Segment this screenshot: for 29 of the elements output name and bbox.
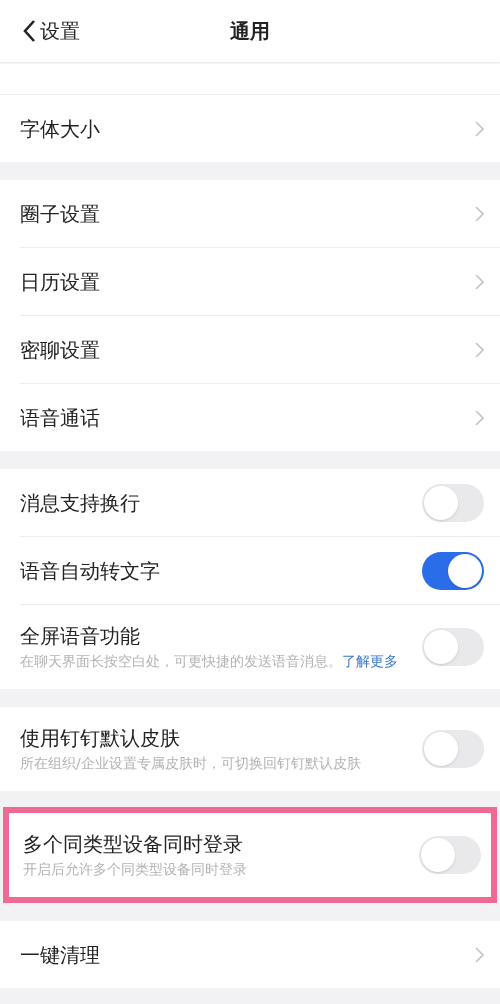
setting-label: 使用钉钉默认皮肤 bbox=[20, 725, 181, 752]
learn-more-link[interactable]: 了解更多 bbox=[342, 653, 398, 669]
toggle-switch[interactable] bbox=[419, 836, 481, 874]
setting-label: 语音自动转文字 bbox=[20, 557, 161, 585]
setting-label: 密聊设置 bbox=[20, 336, 101, 364]
toggle-switch[interactable] bbox=[422, 551, 484, 590]
setting-label: 消息支持换行 bbox=[20, 489, 141, 517]
setting-description: 开启后允许多个同类型设备同时登录 bbox=[23, 860, 248, 879]
setting-label: 日历设置 bbox=[20, 268, 101, 296]
page-title: 通用 bbox=[230, 18, 270, 45]
chevron-right-icon bbox=[475, 341, 484, 358]
chevron-right-icon bbox=[475, 205, 484, 222]
setting-label: 一键清理 bbox=[20, 941, 101, 969]
back-chevron-icon bbox=[22, 19, 36, 43]
setting-label: 语音通话 bbox=[20, 404, 101, 432]
chevron-right-icon bbox=[475, 273, 484, 290]
toggle-switch[interactable] bbox=[422, 483, 484, 522]
toggle-switch[interactable] bbox=[422, 730, 484, 768]
setting-label: 多个同类型设备同时登录 bbox=[23, 831, 244, 858]
setting-label: 字体大小 bbox=[20, 115, 101, 143]
setting-label: 全屏语音功能 bbox=[20, 623, 141, 650]
chevron-right-icon bbox=[475, 946, 484, 963]
back-button[interactable]: 设置 bbox=[0, 16, 80, 46]
setting-label: 圈子设置 bbox=[20, 200, 101, 228]
setting-description: 在聊天界面长按空白处，可更快捷的发送语音消息。了解更多 bbox=[20, 652, 399, 671]
chevron-right-icon bbox=[475, 120, 484, 137]
setting-description: 所在组织/企业设置专属皮肤时，可切换回钉钉默认皮肤 bbox=[20, 754, 362, 773]
toggle-switch[interactable] bbox=[422, 628, 484, 666]
chevron-right-icon bbox=[475, 409, 484, 426]
